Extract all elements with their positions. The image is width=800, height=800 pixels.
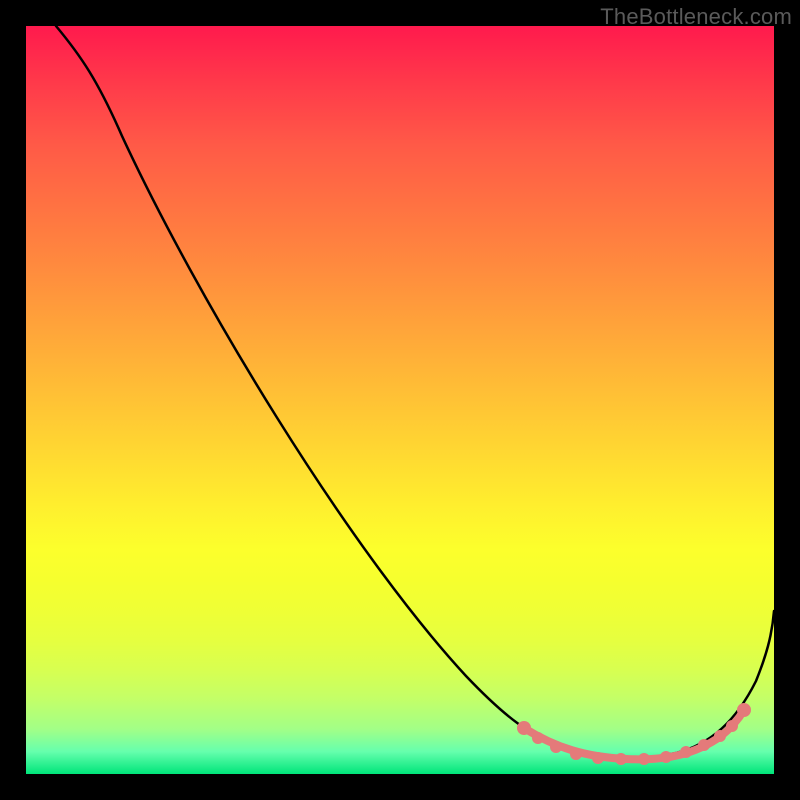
marker-dot [592, 752, 604, 764]
marker-dot [698, 739, 710, 751]
marker-dot [680, 746, 692, 758]
marker-dot [615, 753, 627, 765]
plot-area [26, 26, 774, 774]
chart-frame: TheBottleneck.com [0, 0, 800, 800]
marker-dot [638, 753, 650, 765]
attribution-text: TheBottleneck.com [600, 4, 792, 30]
marker-dot [550, 741, 562, 753]
marker-dot [570, 748, 582, 760]
marker-dot [660, 751, 672, 763]
chart-svg [26, 26, 774, 774]
bottleneck-curve [56, 26, 774, 758]
marker-dot [532, 732, 544, 744]
marker-dot [726, 720, 738, 732]
marker-dot [517, 721, 531, 735]
marker-dot [714, 730, 726, 742]
marker-dot [737, 703, 751, 717]
